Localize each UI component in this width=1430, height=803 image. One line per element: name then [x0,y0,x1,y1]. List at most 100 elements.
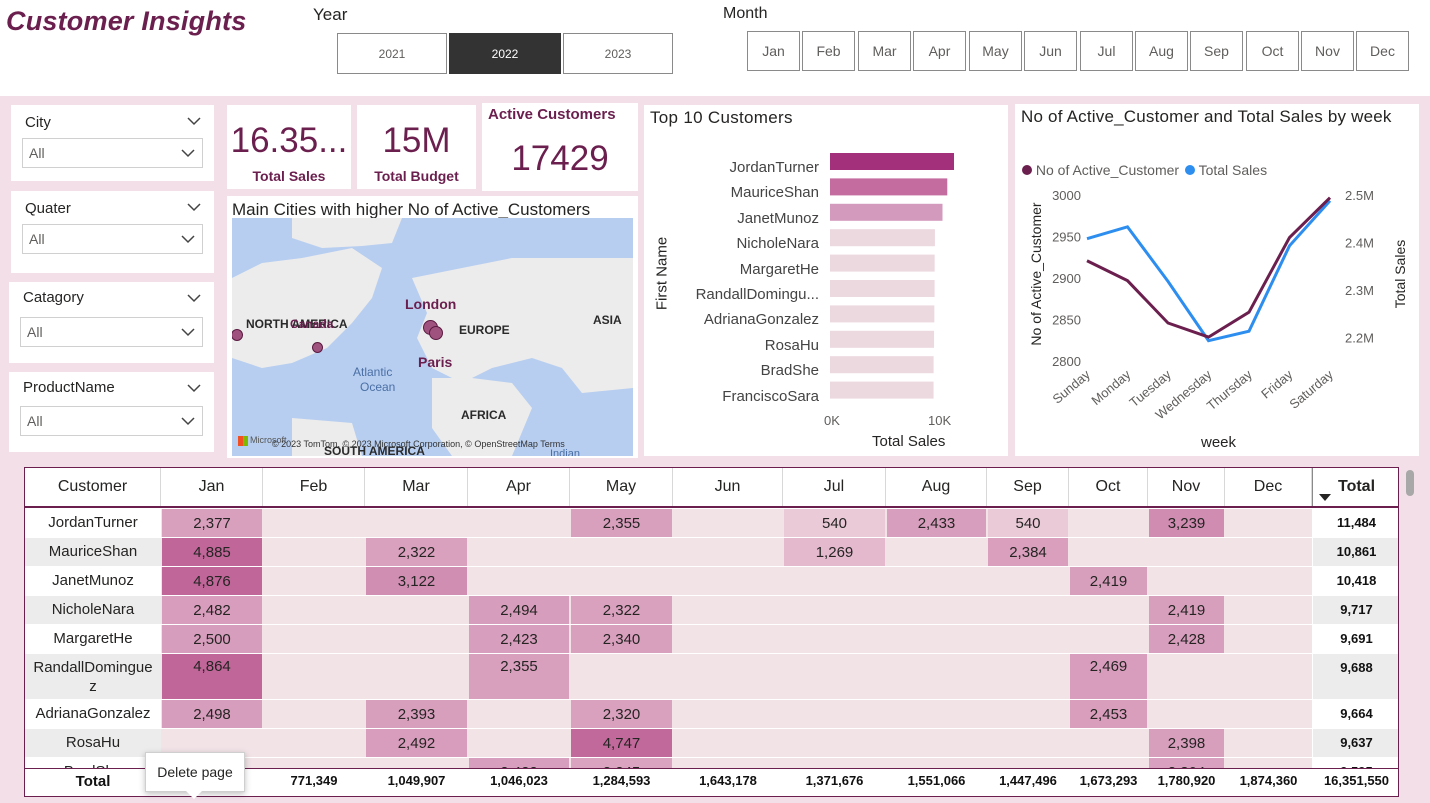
matrix-cell[interactable] [674,509,782,537]
month-jul-button[interactable]: Jul [1080,31,1133,71]
matrix-cell[interactable] [674,538,782,566]
column-header[interactable]: Jun [673,468,783,506]
bar-plot[interactable] [830,145,1000,415]
line-plot[interactable]: 3000 2950 2900 2850 2800 2.5M 2.4M 2.3M 2.2M Sund… [1015,104,1419,456]
matrix-cell[interactable] [1070,625,1147,653]
matrix-cell[interactable] [469,567,569,595]
column-header[interactable]: Jul [783,468,886,506]
matrix-cell[interactable] [887,654,986,699]
total-sales-line[interactable] [1086,199,1332,343]
matrix-cell[interactable] [1226,538,1311,566]
matrix-cell[interactable] [988,700,1068,728]
matrix-cell[interactable]: 1,269 [784,538,885,566]
month-may-button[interactable]: May [969,31,1022,71]
matrix-cell[interactable] [784,729,885,757]
matrix-cell[interactable]: 4,864 [162,654,262,699]
month-oct-button[interactable]: Oct [1246,31,1299,71]
bar[interactable] [830,178,948,196]
matrix-cell[interactable] [571,538,672,566]
matrix-cell[interactable] [1149,538,1224,566]
bar[interactable] [830,280,935,297]
active-customer-line[interactable] [1086,196,1332,339]
bar[interactable] [830,356,934,374]
column-header[interactable]: Aug [886,468,987,506]
matrix-cell[interactable]: 2,322 [571,596,672,624]
matrix-cell[interactable] [887,538,986,566]
matrix-cell[interactable] [366,654,467,699]
matrix-cell[interactable]: 2,320 [571,700,672,728]
column-header[interactable]: Oct [1069,468,1148,506]
matrix-cell[interactable] [264,654,364,699]
matrix-cell[interactable] [469,729,569,757]
matrix-cell[interactable] [366,509,467,537]
chevron-down-icon[interactable] [186,113,202,129]
column-header[interactable]: Nov [1148,468,1225,506]
matrix-cell[interactable] [1226,729,1311,757]
matrix-cell[interactable]: 2,355 [571,509,672,537]
matrix-cell[interactable] [571,567,672,595]
matrix-cell[interactable] [988,729,1068,757]
matrix-cell[interactable] [784,700,885,728]
matrix-cell[interactable] [1226,700,1311,728]
matrix-cell[interactable] [1226,596,1311,624]
month-jun-button[interactable]: Jun [1024,31,1077,71]
column-header[interactable]: Customer [25,468,161,506]
matrix-cell[interactable] [1226,509,1311,537]
matrix-cell[interactable] [264,729,364,757]
month-feb-button[interactable]: Feb [802,31,855,71]
matrix-cell[interactable] [674,567,782,595]
matrix-cell[interactable] [264,625,364,653]
matrix-cell[interactable]: 4,747 [571,729,672,757]
matrix-cell[interactable]: 2,482 [162,596,262,624]
matrix-cell[interactable]: 540 [988,509,1068,537]
matrix-cell[interactable] [264,538,364,566]
column-header[interactable]: Dec [1225,468,1312,506]
matrix-cell[interactable] [988,625,1068,653]
matrix-cell[interactable] [674,729,782,757]
matrix-cell[interactable] [784,596,885,624]
matrix-cell[interactable]: 2,498 [162,700,262,728]
productname-dropdown[interactable]: All [20,406,203,436]
matrix-cell[interactable] [1070,596,1147,624]
matrix-cell[interactable] [469,700,569,728]
category-dropdown[interactable]: All [20,317,203,347]
delete-page-tooltip[interactable]: Delete page [145,752,245,792]
column-header[interactable]: Apr [468,468,570,506]
matrix-cell[interactable] [784,625,885,653]
quarter-dropdown[interactable]: All [22,224,203,254]
month-sep-button[interactable]: Sep [1190,31,1243,71]
year-2022-button[interactable]: 2022 [449,33,561,74]
matrix-cell[interactable]: 2,393 [366,700,467,728]
bar[interactable] [830,254,935,272]
matrix-cell[interactable] [887,596,986,624]
bar[interactable] [830,305,935,323]
matrix-cell[interactable] [784,654,885,699]
month-mar-button[interactable]: Mar [858,31,911,71]
matrix-cell[interactable] [1070,729,1147,757]
matrix-cell[interactable]: 2,423 [469,625,569,653]
matrix-cell[interactable]: 4,885 [162,538,262,566]
matrix-cell[interactable] [571,654,672,699]
matrix-cell[interactable] [887,729,986,757]
matrix-cell[interactable] [1149,567,1224,595]
matrix-cell[interactable] [264,567,364,595]
month-nov-button[interactable]: Nov [1301,31,1354,71]
matrix-cell[interactable] [1149,654,1224,699]
matrix-cell[interactable] [674,700,782,728]
month-aug-button[interactable]: Aug [1135,31,1188,71]
matrix-cell[interactable]: 2,377 [162,509,262,537]
matrix-cell[interactable]: 2,428 [1149,625,1224,653]
matrix-cell[interactable]: 2,419 [1149,596,1224,624]
matrix-cell[interactable] [988,567,1068,595]
column-header[interactable]: May [570,468,673,506]
matrix-cell[interactable]: 2,419 [1070,567,1147,595]
chevron-down-icon[interactable] [186,199,202,215]
matrix-cell[interactable] [887,700,986,728]
matrix-cell[interactable]: 2,384 [988,538,1068,566]
sort-descending-icon[interactable] [1319,494,1331,501]
year-2021-button[interactable]: 2021 [337,33,447,74]
matrix-cell[interactable] [366,625,467,653]
chevron-down-icon[interactable] [186,290,202,306]
column-header[interactable]: Feb [263,468,365,506]
matrix-cell[interactable] [264,509,364,537]
